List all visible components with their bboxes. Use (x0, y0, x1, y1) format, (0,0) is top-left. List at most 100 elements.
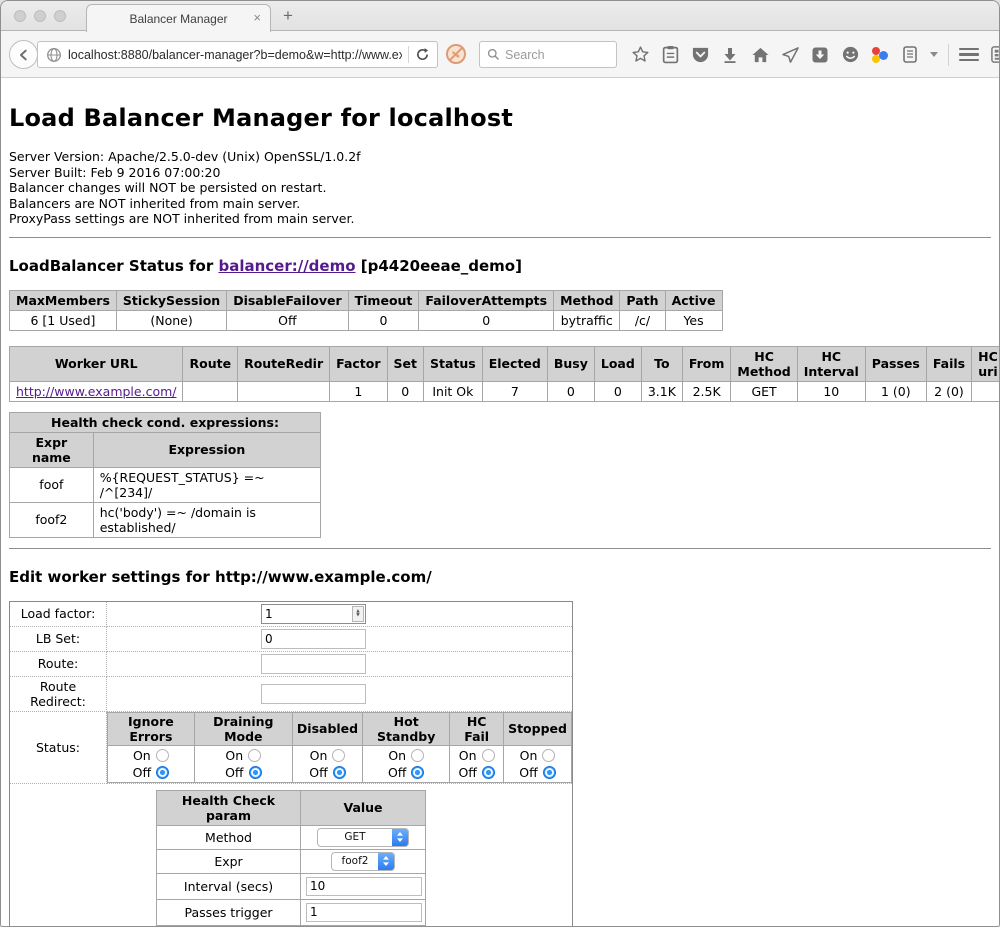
route-input[interactable] (261, 654, 366, 674)
col-timeout: Timeout (348, 290, 419, 310)
cell-to: 3.1K (641, 381, 682, 401)
off-label: Off (519, 765, 537, 780)
search-bar[interactable]: Search (479, 41, 617, 68)
balancer-link[interactable]: balancer://demo (218, 257, 355, 275)
reading-list-icon[interactable] (660, 45, 680, 65)
worker-url-link[interactable]: http://www.example.com/ (16, 384, 176, 399)
cell-disablefailover: Off (227, 310, 348, 330)
off-label: Off (388, 765, 406, 780)
extension-download-icon[interactable] (810, 45, 830, 65)
load-factor-label: Load factor: (10, 601, 107, 626)
health-check-expressions-table: Health check cond. expressions: Expr nam… (9, 412, 321, 538)
url-bar[interactable]: localhost:8880/balancer-manager?b=demo&w… (37, 41, 438, 68)
disabled-off-radio[interactable] (333, 766, 346, 779)
hc-expr-select[interactable]: foof2 (331, 852, 395, 871)
reload-button[interactable] (415, 47, 430, 62)
expr-row: foof %{REQUEST_STATUS} =~ /^[234]/ (10, 467, 321, 502)
page-title: Load Balancer Manager for localhost (9, 78, 991, 132)
cell-method: bytraffic (554, 310, 620, 330)
zoom-window-button[interactable] (54, 10, 66, 22)
send-tab-icon[interactable] (780, 45, 800, 65)
status-header-row: Ignore Errors Draining Mode Disabled Hot… (108, 712, 572, 745)
cell-expression: %{REQUEST_STATUS} =~ /^[234]/ (93, 467, 320, 502)
col-elected: Elected (482, 346, 547, 381)
hc-interval-input[interactable] (306, 877, 422, 896)
status-col-ignore-errors: On Off (108, 745, 195, 782)
draining-mode-off-radio[interactable] (249, 766, 262, 779)
hc-expr-value: foof2 (332, 855, 378, 867)
hot-standby-off-radio[interactable] (411, 766, 424, 779)
col-hc-fail: HC Fail (450, 712, 504, 745)
persist-notice-line: Balancer changes will NOT be persisted o… (9, 180, 991, 196)
search-placeholder[interactable]: Search (505, 48, 545, 62)
window-controls (14, 10, 66, 22)
lb-set-input[interactable] (261, 629, 366, 649)
off-label: Off (309, 765, 327, 780)
col-from: From (682, 346, 731, 381)
off-label: Off (133, 765, 151, 780)
col-hot-standby: Hot Standby (363, 712, 450, 745)
mosaic-grid-icon[interactable] (989, 45, 1000, 65)
col-failoverattempts: FailoverAttempts (419, 290, 554, 310)
cell-active: Yes (665, 310, 722, 330)
disabled-on-radio[interactable] (332, 749, 345, 762)
table-header-row: Worker URL Route RouteRedir Factor Set S… (10, 346, 1000, 381)
colored-dots-extension-icon[interactable] (870, 45, 890, 65)
draining-mode-on-radio[interactable] (248, 749, 261, 762)
status-row: Status: Ignore Errors Draining Mode Disa… (10, 711, 573, 783)
status-col-draining-mode: On Off (194, 745, 292, 782)
ignore-errors-off-radio[interactable] (156, 766, 169, 779)
off-label: Off (225, 765, 243, 780)
cell-route (183, 381, 238, 401)
load-factor-input[interactable] (262, 607, 352, 621)
hc-method-select[interactable]: GET (317, 828, 409, 847)
stopped-on-radio[interactable] (542, 749, 555, 762)
globe-icon[interactable] (46, 47, 62, 63)
ignore-errors-on-radio[interactable] (156, 749, 169, 762)
status-label: Status: (10, 711, 107, 783)
hc-expr-label: Expr (157, 849, 301, 873)
chevron-down-icon[interactable] (930, 52, 938, 57)
close-window-button[interactable] (14, 10, 26, 22)
hc-passes-label: Passes trigger (157, 899, 301, 925)
tab-balancer-manager[interactable]: Balancer Manager × (86, 4, 271, 32)
back-button[interactable] (9, 40, 38, 69)
number-stepper-icon[interactable]: ▲▼ (352, 606, 364, 622)
pocket-icon[interactable] (690, 45, 710, 65)
downloads-icon[interactable] (720, 45, 740, 65)
hc-passes-input[interactable] (306, 903, 422, 922)
new-tab-button[interactable]: + (283, 6, 293, 26)
route-redirect-input[interactable] (261, 684, 366, 704)
hc-fail-off-radio[interactable] (482, 766, 495, 779)
stopped-off-radio[interactable] (543, 766, 556, 779)
status-options-table: Ignore Errors Draining Mode Disabled Hot… (107, 712, 572, 783)
col-hc-uri: HC uri (972, 346, 999, 381)
tab-close-icon[interactable]: × (253, 11, 261, 24)
container-panel-icon[interactable] (900, 45, 920, 65)
col-draining-mode: Draining Mode (194, 712, 292, 745)
col-to: To (641, 346, 682, 381)
heading-prefix: LoadBalancer Status for (9, 257, 218, 275)
cell-expr-name: foof2 (10, 502, 94, 537)
hc-fail-on-radio[interactable] (482, 749, 495, 762)
status-col-hot-standby: On Off (363, 745, 450, 782)
load-factor-field[interactable]: ▲▼ (261, 604, 366, 624)
cell-hc-uri (972, 381, 999, 401)
health-check-params-table: Health Check param Value Method GET (156, 790, 426, 927)
hot-standby-on-radio[interactable] (411, 749, 424, 762)
menu-icon[interactable] (959, 45, 979, 65)
expr-table-title: Health check cond. expressions: (10, 412, 321, 432)
cell-factor: 1 (330, 381, 387, 401)
loadbalancer-status-heading: LoadBalancer Status for balancer://demo … (9, 257, 991, 275)
minimize-window-button[interactable] (34, 10, 46, 22)
bookmark-star-icon[interactable] (630, 45, 650, 65)
home-icon[interactable] (750, 45, 770, 65)
chat-smiley-icon[interactable] (840, 45, 860, 65)
url-text[interactable]: localhost:8880/balancer-manager?b=demo&w… (68, 48, 402, 62)
route-redirect-row: Route Redirect: (10, 676, 573, 711)
content-blocked-icon[interactable] (445, 43, 467, 65)
on-label: On (310, 748, 328, 763)
col-expr-name: Expr name (10, 432, 94, 467)
cell-hc-interval: 10 (797, 381, 865, 401)
col-disablefailover: DisableFailover (227, 290, 348, 310)
